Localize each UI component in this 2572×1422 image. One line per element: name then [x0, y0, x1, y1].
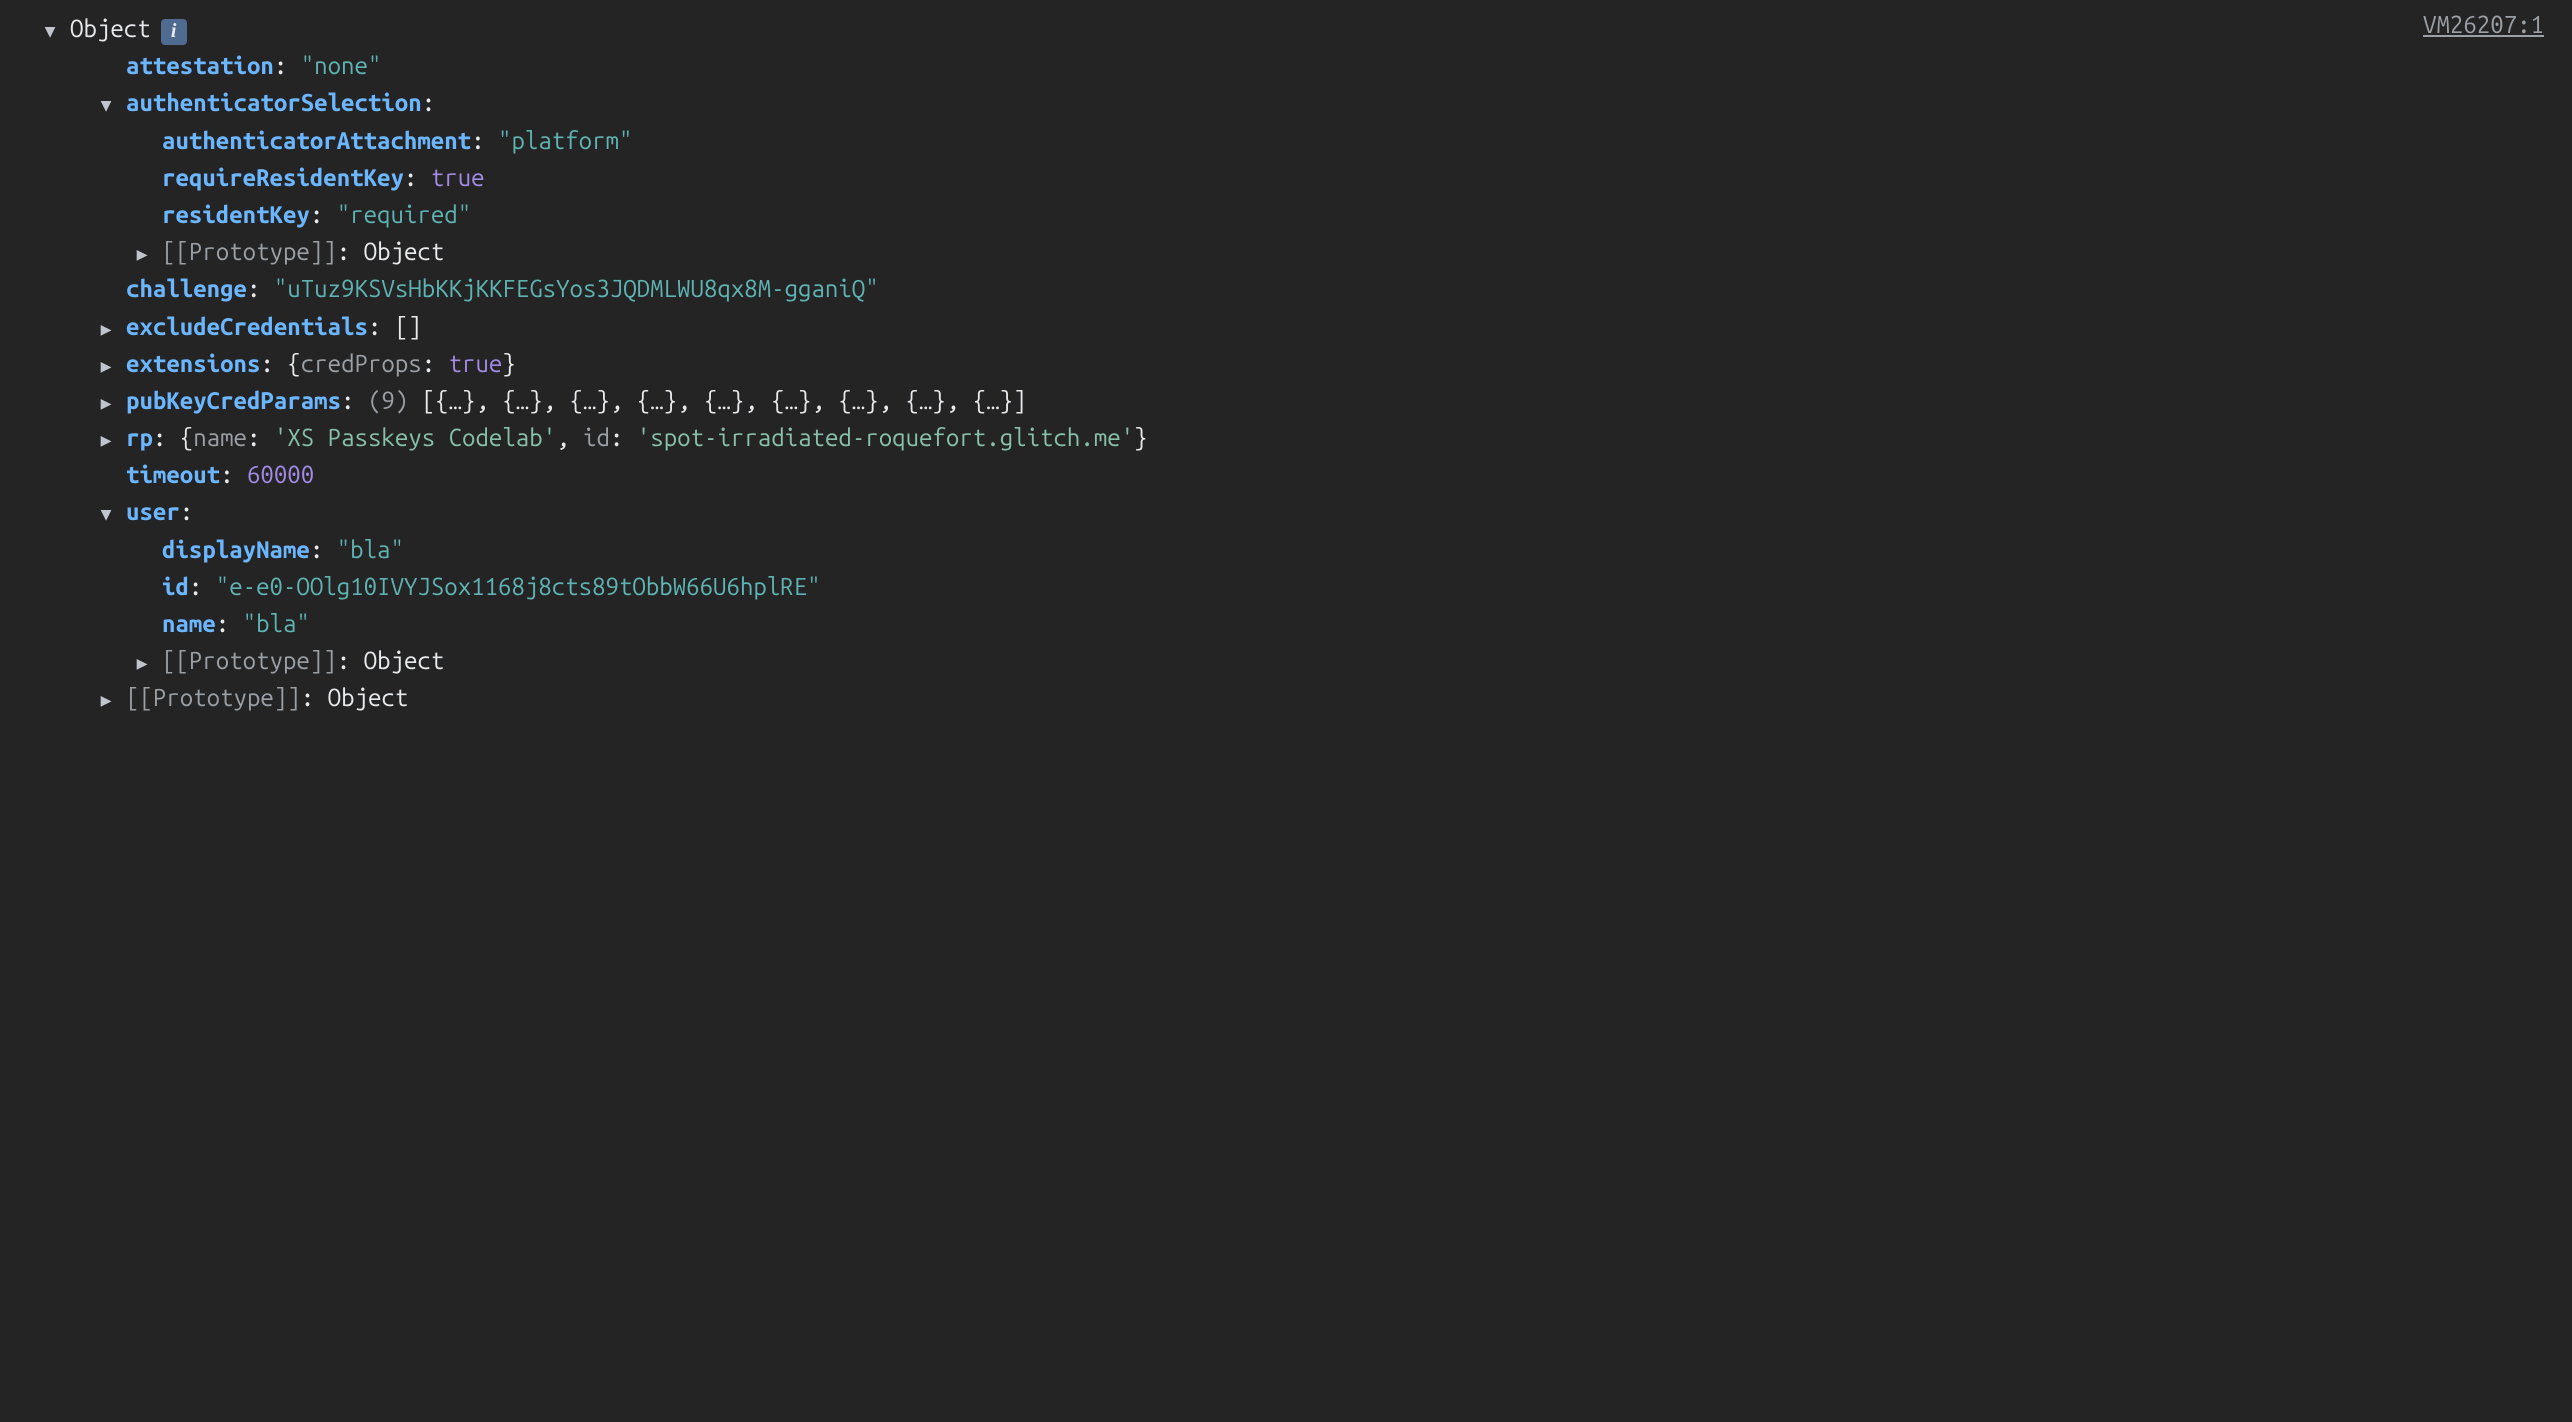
- chevron-right-icon[interactable]: ▶: [130, 650, 154, 678]
- brace-open: {: [180, 419, 193, 456]
- prop-prototype[interactable]: ▶ [[Prototype]] : Object: [20, 233, 2552, 270]
- chevron-right-icon[interactable]: ▶: [130, 241, 154, 269]
- prop-key: [[Prototype]]: [126, 679, 301, 716]
- prop-user[interactable]: ▼ user :: [20, 493, 2552, 530]
- colon: :: [368, 308, 395, 345]
- prop-resident-key[interactable]: residentKey : "required": [20, 196, 2552, 233]
- chevron-down-icon[interactable]: ▼: [94, 501, 118, 529]
- prop-user-displayname[interactable]: displayName : "bla": [20, 531, 2552, 568]
- colon: :: [310, 196, 337, 233]
- prop-key: authenticatorSelection: [126, 84, 422, 121]
- space: [408, 382, 421, 419]
- prop-value-object: Object: [364, 642, 445, 679]
- prop-key: user: [126, 493, 180, 530]
- colon: :: [301, 679, 328, 716]
- chevron-right-icon[interactable]: ▶: [94, 390, 118, 418]
- colon: :: [247, 270, 274, 307]
- prop-pubkey-cred-params[interactable]: ▶ pubKeyCredParams : (9) [{…}, {…}, {…},…: [20, 382, 2552, 419]
- prop-key: excludeCredentials: [126, 308, 368, 345]
- prop-extensions[interactable]: ▶ extensions : { credProps : true }: [20, 345, 2552, 382]
- prop-key: [[Prototype]]: [162, 642, 337, 679]
- preview-sep: :: [422, 345, 449, 382]
- prop-value-string: "uTuz9KSVsHbKKjKKFEGsYos3JQDMLWU8qx8M-gg…: [274, 270, 879, 307]
- prop-value-string: "required": [337, 196, 471, 233]
- colon: :: [260, 345, 287, 382]
- preview-value: true: [449, 345, 503, 382]
- chevron-down-icon[interactable]: ▼: [38, 18, 62, 46]
- prop-key: attestation: [126, 47, 274, 84]
- colon: :: [471, 122, 498, 159]
- chevron-right-icon[interactable]: ▶: [94, 427, 118, 455]
- prop-require-resident-key[interactable]: requireResidentKey : true: [20, 159, 2552, 196]
- colon: :: [337, 642, 364, 679]
- prop-challenge[interactable]: challenge : "uTuz9KSVsHbKKjKKFEGsYos3JQD…: [20, 270, 2552, 307]
- prop-user-name[interactable]: name : "bla": [20, 605, 2552, 642]
- object-root-label: Object: [70, 10, 151, 47]
- prop-key: residentKey: [162, 196, 310, 233]
- brace-close: }: [502, 345, 515, 382]
- prop-prototype[interactable]: ▶ [[Prototype]] : Object: [20, 679, 2552, 716]
- chevron-down-icon[interactable]: ▼: [94, 92, 118, 120]
- prop-attestation[interactable]: attestation : "none": [20, 47, 2552, 84]
- prop-key: displayName: [162, 531, 310, 568]
- prop-value-array: []: [395, 308, 422, 345]
- prop-key: challenge: [126, 270, 247, 307]
- prop-key: requireResidentKey: [162, 159, 404, 196]
- preview-sep: :: [610, 419, 637, 456]
- preview-key: id: [583, 419, 610, 456]
- prop-value-string: "platform": [498, 122, 632, 159]
- colon: :: [310, 531, 337, 568]
- prop-key: rp: [126, 419, 153, 456]
- colon: :: [422, 84, 435, 121]
- colon: :: [220, 456, 247, 493]
- prop-rp[interactable]: ▶ rp : { name : 'XS Passkeys Codelab' , …: [20, 419, 2552, 456]
- chevron-right-icon[interactable]: ▶: [94, 316, 118, 344]
- prop-key: authenticatorAttachment: [162, 122, 471, 159]
- prop-timeout[interactable]: timeout : 60000: [20, 456, 2552, 493]
- prop-value-object: Object: [328, 679, 409, 716]
- array-preview: [{…}, {…}, {…}, {…}, {…}, {…}, {…}, {…},…: [422, 382, 1027, 419]
- colon: :: [180, 493, 193, 530]
- prop-key: [[Prototype]]: [162, 233, 337, 270]
- prop-key: id: [162, 568, 189, 605]
- prop-value-string: "bla": [337, 531, 404, 568]
- prop-prototype[interactable]: ▶ [[Prototype]] : Object: [20, 642, 2552, 679]
- colon: :: [189, 568, 216, 605]
- prop-key: name: [162, 605, 216, 642]
- source-link[interactable]: VM26207:1: [2423, 6, 2544, 43]
- prop-authenticator-attachment[interactable]: authenticatorAttachment : "platform": [20, 122, 2552, 159]
- brace-open: {: [287, 345, 300, 382]
- preview-key: credProps: [301, 345, 422, 382]
- prop-value-number: 60000: [247, 456, 314, 493]
- colon: :: [404, 159, 431, 196]
- info-icon[interactable]: i: [161, 19, 187, 45]
- prop-key: pubKeyCredParams: [126, 382, 341, 419]
- prop-authenticator-selection[interactable]: ▼ authenticatorSelection :: [20, 84, 2552, 121]
- preview-sep: :: [247, 419, 274, 456]
- console-object-view: VM26207:1 ▼ Object i attestation : "none…: [0, 0, 2572, 747]
- prop-value-string: "none": [301, 47, 382, 84]
- preview-value: 'spot-irradiated-roquefort.glitch.me': [637, 419, 1134, 456]
- colon: :: [341, 382, 368, 419]
- colon: :: [216, 605, 243, 642]
- prop-exclude-credentials[interactable]: ▶ excludeCredentials : []: [20, 308, 2552, 345]
- prop-value-string: "e-e0-OOlg10IVYJSox1168j8cts89tObbW66U6h…: [216, 568, 821, 605]
- preview-value: 'XS Passkeys Codelab': [274, 419, 556, 456]
- array-count: (9): [368, 382, 408, 419]
- preview-key: name: [193, 419, 247, 456]
- colon: :: [274, 47, 301, 84]
- preview-comma: ,: [556, 419, 583, 456]
- prop-user-id[interactable]: id : "e-e0-OOlg10IVYJSox1168j8cts89tObbW…: [20, 568, 2552, 605]
- chevron-right-icon[interactable]: ▶: [94, 353, 118, 381]
- object-root-row[interactable]: ▼ Object i: [20, 10, 2552, 47]
- prop-key: extensions: [126, 345, 260, 382]
- chevron-right-icon[interactable]: ▶: [94, 687, 118, 715]
- prop-key: timeout: [126, 456, 220, 493]
- prop-value-bool: true: [431, 159, 485, 196]
- prop-value-string: "bla": [243, 605, 310, 642]
- prop-value-object: Object: [364, 233, 445, 270]
- colon: :: [153, 419, 180, 456]
- colon: :: [337, 233, 364, 270]
- brace-close: }: [1134, 419, 1147, 456]
